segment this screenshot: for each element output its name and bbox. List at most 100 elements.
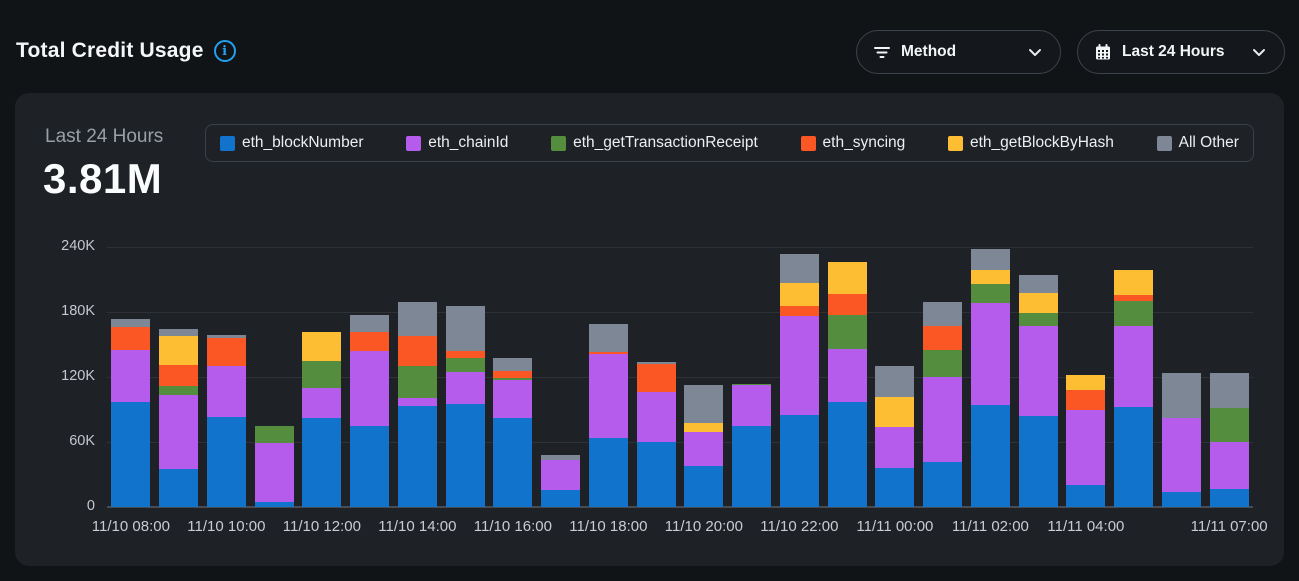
bar-segment [1210,489,1249,507]
bar-column[interactable] [398,247,437,507]
bar-segment [1210,408,1249,442]
bar-segment [828,402,867,507]
bar-segment [493,380,532,418]
legend-item[interactable]: eth_blockNumber [220,134,363,152]
legend-label: eth_blockNumber [242,134,363,152]
legend-swatch-icon [801,136,816,151]
bar-segment [923,377,962,462]
period-label: Last 24 Hours [45,126,163,148]
bar-column[interactable] [255,247,294,507]
bar-column[interactable] [302,247,341,507]
bar-column[interactable] [111,247,150,507]
y-tick-label: 60K [31,433,95,449]
bar-segment [159,336,198,365]
bar-column[interactable] [589,247,628,507]
bar-segment [971,303,1010,405]
legend-item[interactable]: eth_syncing [801,134,906,152]
bar-segment [828,262,867,293]
bar-segment [1019,275,1058,292]
legend-item[interactable]: All Other [1157,134,1239,152]
bar-segment [875,468,914,507]
bar-segment [350,426,389,507]
bar-segment [780,415,819,507]
legend-item[interactable]: eth_chainId [406,134,508,152]
bar-column[interactable] [541,247,580,507]
bar-segment [1019,326,1058,416]
legend-item[interactable]: eth_getBlockByHash [948,134,1114,152]
bar-column[interactable] [350,247,389,507]
bar-segment [1114,270,1153,295]
bar-segment [732,385,771,426]
bar-segment [255,443,294,502]
bar-segment [780,316,819,415]
total-credits-value: 3.81M [43,155,162,203]
bar-segment [780,306,819,317]
bar-column[interactable] [1210,247,1249,507]
bar-segment [1066,485,1105,507]
y-tick-label: 240K [31,238,95,254]
bar-segment [1114,301,1153,326]
bar-segment [1162,373,1201,419]
bar-segment [1066,410,1105,486]
bar-segment [541,460,580,489]
bar-column[interactable] [875,247,914,507]
bar-segment [589,354,628,437]
bar-column[interactable] [1019,247,1058,507]
bar-segment [828,294,867,316]
bar-segment [111,402,150,507]
page-header: Total Credit Usage i Method [0,0,1299,92]
bar-column[interactable] [684,247,723,507]
time-range-dropdown[interactable]: Last 24 Hours [1077,30,1285,74]
bar-column[interactable] [207,247,246,507]
bar-segment [493,418,532,507]
method-dropdown[interactable]: Method [856,30,1061,74]
filter-icon [873,43,891,61]
bar-segment [875,427,914,468]
bar-segment [255,426,294,443]
bar-segment [398,302,437,336]
bar-segment [589,438,628,507]
bar-segment [398,406,437,507]
legend-item[interactable]: eth_getTransactionReceipt [551,134,758,152]
x-tick-label: 11/11 04:00 [1047,518,1124,535]
bar-segment [111,350,150,402]
bar-column[interactable] [159,247,198,507]
bar-segment [1066,390,1105,410]
bar-column[interactable] [446,247,485,507]
bar-column[interactable] [780,247,819,507]
bar-segment [637,442,676,507]
bar-column[interactable] [971,247,1010,507]
bar-segment [637,364,676,392]
bar-column[interactable] [732,247,771,507]
bar-column[interactable] [1162,247,1201,507]
bar-column[interactable] [1114,247,1153,507]
bar-segment [541,490,580,507]
chevron-down-icon [1252,48,1266,57]
bar-segment [971,249,1010,270]
bar-column[interactable] [1066,247,1105,507]
credit-usage-card: Last 24 Hours 3.81M eth_blockNumber eth_c… [15,93,1284,566]
bar-segment [1114,407,1153,507]
bar-column[interactable] [493,247,532,507]
calendar-icon [1094,43,1112,61]
bar-column[interactable] [923,247,962,507]
bar-column[interactable] [637,247,676,507]
page-title: Total Credit Usage [16,39,204,63]
bar-segment [350,351,389,426]
bar-segment [207,338,246,366]
y-tick-label: 180K [31,303,95,319]
info-icon[interactable]: i [214,40,236,62]
chevron-down-icon [1028,48,1042,57]
bar-column[interactable] [828,247,867,507]
x-tick-label: 11/11 07:00 [1191,518,1268,535]
bar-segment [493,371,532,379]
bar-segment [1019,313,1058,326]
bar-segment [875,397,914,427]
legend-swatch-icon [406,136,421,151]
bar-segment [1210,373,1249,409]
x-tick-label: 11/10 08:00 [92,518,170,535]
x-tick-label: 11/10 16:00 [474,518,552,535]
y-tick-label: 120K [31,368,95,384]
legend-swatch-icon [551,136,566,151]
x-tick-label: 11/10 14:00 [378,518,456,535]
